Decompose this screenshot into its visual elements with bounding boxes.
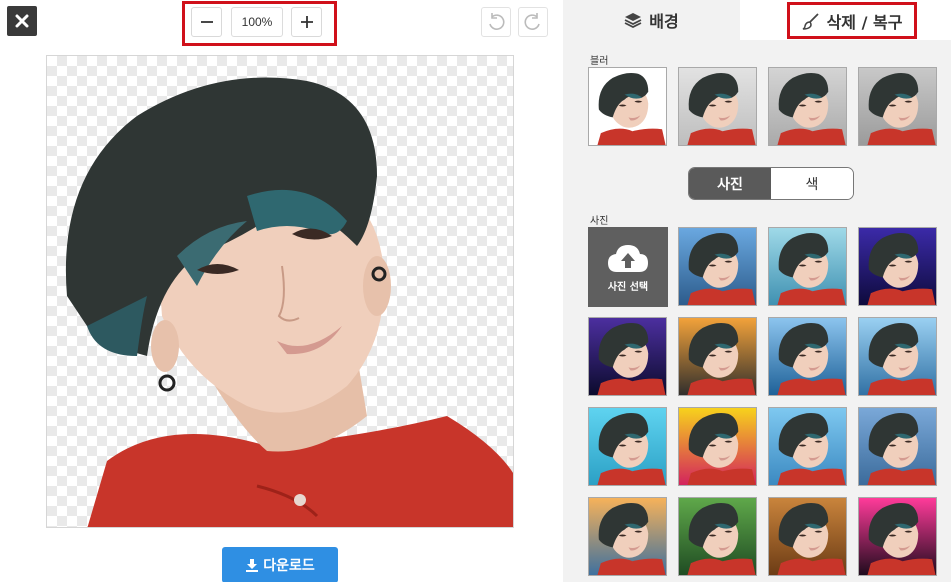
- blur-thumbnail[interactable]: [858, 67, 937, 146]
- thumbnail-image: [859, 228, 936, 305]
- layers-icon: [624, 13, 642, 28]
- toggle-photo[interactable]: 사진: [689, 168, 771, 199]
- background-thumbnail[interactable]: [768, 407, 847, 486]
- cloud-upload-icon: [608, 244, 648, 272]
- editor-area: 100% 다운로드: [0, 0, 563, 582]
- background-thumbnail[interactable]: [588, 317, 667, 396]
- blur-thumbnail[interactable]: [768, 67, 847, 146]
- photo-canvas[interactable]: [46, 55, 514, 528]
- thumbnail-image: [679, 408, 756, 485]
- thumbnail-image: [769, 318, 846, 395]
- background-thumbnail[interactable]: [678, 317, 757, 396]
- background-thumbnail[interactable]: [588, 407, 667, 486]
- toggle-color[interactable]: 색: [771, 168, 853, 199]
- thumbnail-image: [859, 408, 936, 485]
- thumbnail-image: [859, 68, 936, 145]
- minus-icon: [200, 21, 213, 23]
- thumbnail-image: [589, 498, 666, 575]
- close-icon: [15, 14, 29, 28]
- background-thumbnail[interactable]: [768, 227, 847, 306]
- download-label: 다운로드: [263, 558, 315, 574]
- thumbnail-image: [589, 408, 666, 485]
- plus-icon: [300, 16, 313, 28]
- redo-button[interactable]: [518, 7, 548, 37]
- tab-background-label: 배경: [649, 12, 679, 31]
- thumbnail-image: [589, 318, 666, 395]
- photo-section-label: 사진: [590, 216, 609, 227]
- download-button[interactable]: 다운로드: [222, 547, 338, 582]
- blur-section-label: 블러: [590, 56, 609, 67]
- subject-portrait: [65, 77, 513, 527]
- background-thumbnail[interactable]: [768, 317, 847, 396]
- brush-icon: [802, 12, 819, 30]
- thumbnail-image: [679, 498, 756, 575]
- thumbnail-image: [769, 228, 846, 305]
- background-thumbnail[interactable]: [858, 227, 937, 306]
- options-panel: 배경 삭제 / 복구 블러 사진 색 사진 사진 선택: [563, 0, 951, 582]
- undo-button[interactable]: [481, 7, 511, 37]
- thumbnail-image: [679, 228, 756, 305]
- thumbnail-image: [859, 318, 936, 395]
- select-photo-label: 사진 선택: [607, 281, 649, 293]
- background-thumbnail[interactable]: [858, 317, 937, 396]
- thumbnail-image: [589, 68, 666, 145]
- background-thumbnail[interactable]: [858, 407, 937, 486]
- select-photo-button[interactable]: 사진 선택: [588, 227, 668, 307]
- background-thumbnail[interactable]: [678, 497, 757, 576]
- thumbnail-image: [679, 68, 756, 145]
- zoom-in-button[interactable]: [291, 7, 322, 37]
- blur-thumbnail[interactable]: [678, 67, 757, 146]
- blur-thumbnail[interactable]: [588, 67, 667, 146]
- background-thumbnail[interactable]: [678, 227, 757, 306]
- background-thumbnail[interactable]: [768, 497, 847, 576]
- thumbnail-image: [769, 408, 846, 485]
- thumbnail-image: [679, 318, 756, 395]
- tab-erase-restore-highlight[interactable]: 삭제 / 복구: [787, 2, 917, 39]
- redo-icon: [524, 13, 540, 30]
- undo-icon: [489, 13, 505, 30]
- tab-erase-restore-label: 삭제 / 복구: [826, 12, 903, 32]
- tab-background[interactable]: 배경: [563, 0, 740, 40]
- photo-color-toggle: 사진 색: [688, 167, 854, 200]
- panel-tabs: 배경 삭제 / 복구: [563, 0, 951, 40]
- close-button[interactable]: [7, 6, 37, 36]
- thumbnail-image: [859, 498, 936, 575]
- thumbnail-image: [769, 498, 846, 575]
- background-thumbnail[interactable]: [678, 407, 757, 486]
- background-thumbnail[interactable]: [858, 497, 937, 576]
- download-icon: [246, 559, 259, 572]
- background-editor: 100% 다운로드 배경 삭제 / 복구 블러 사진 색 사진 사진 선택: [0, 0, 951, 582]
- background-thumbnail[interactable]: [588, 497, 667, 576]
- zoom-level: 100%: [231, 7, 283, 37]
- zoom-out-button[interactable]: [191, 7, 222, 37]
- thumbnail-image: [769, 68, 846, 145]
